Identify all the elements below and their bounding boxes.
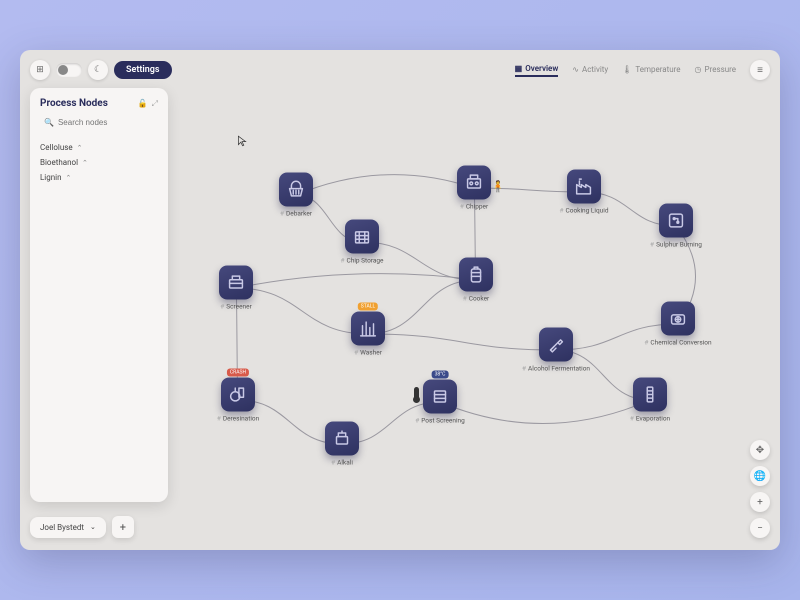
node-chipstorage[interactable]: #Chip Storage	[345, 220, 379, 265]
tab-label: Overview	[525, 64, 558, 73]
node-label: #Evaporation	[633, 415, 667, 423]
tab-temperature[interactable]: 🌡 Temperature	[622, 65, 680, 76]
node-label: #Cooker	[459, 295, 493, 303]
edge-screener-washer	[236, 288, 368, 334]
node-cookliq[interactable]: #Cooking Liquid	[567, 170, 601, 215]
node-badge: CRASH	[227, 369, 249, 377]
user-chip[interactable]: Joel Bystedt ⌄	[30, 517, 106, 538]
gauge-icon: ◷	[695, 65, 702, 74]
locate-button[interactable]: ✥	[750, 440, 770, 460]
node-label: #Chip Storage	[345, 257, 379, 265]
tank-icon[interactable]	[459, 258, 493, 292]
tab-pressure[interactable]: ◷ Pressure	[695, 65, 736, 76]
reactor-icon[interactable]	[221, 378, 255, 412]
add-user-button[interactable]: +	[112, 516, 134, 538]
chevron-up-icon: ⌃	[66, 174, 72, 182]
node-label: #Chipper	[457, 203, 491, 211]
edge-washer-alcferm	[368, 334, 556, 350]
node-badge: 38°C	[432, 371, 449, 379]
globe-button[interactable]: 🌐	[750, 466, 770, 486]
press-icon[interactable]	[325, 422, 359, 456]
node-screener[interactable]: #Screener	[219, 266, 253, 311]
thermometer-marker-icon	[414, 387, 422, 401]
node-label: #Debarker	[279, 210, 313, 218]
tab-label: Pressure	[705, 65, 736, 74]
user-area: Joel Bystedt ⌄ +	[30, 516, 134, 538]
expand-icon[interactable]: ⤢	[152, 99, 158, 109]
sidebar: Process Nodes 🔓 ⤢ 🔍 Celloluse ⌃ Bioethan…	[30, 88, 168, 502]
topbar: ⊞ ☾ Settings ▦ Overview ∿ Activity 🌡 Tem…	[30, 60, 770, 80]
node-alkali[interactable]: #Alkali	[325, 422, 359, 467]
node-label: #Washer	[351, 349, 385, 357]
canvas-tools: ✥ 🌐 + −	[750, 440, 770, 538]
tree-item-cellulose[interactable]: Celloluse ⌃	[40, 140, 158, 155]
tree-item-lignin[interactable]: Lignin ⌃	[40, 170, 158, 185]
search-input[interactable]	[58, 118, 168, 127]
bars-icon[interactable]	[351, 312, 385, 346]
unlock-icon[interactable]: 🔓	[138, 99, 148, 109]
grid-icon: ▦	[515, 64, 523, 73]
node-chemconv[interactable]: #Chemical Conversion	[661, 302, 695, 347]
tree-label: Bioethanol	[40, 158, 78, 167]
theme-toggle[interactable]	[56, 63, 82, 77]
edge-debarker-chipper	[296, 175, 474, 195]
node-label: #Sulphur Burning	[659, 241, 693, 249]
cursor-icon	[236, 135, 248, 147]
tab-overview[interactable]: ▦ Overview	[515, 64, 559, 77]
tab-label: Activity	[582, 65, 608, 74]
screen2-icon[interactable]	[423, 380, 457, 414]
zoom-in-button[interactable]: +	[750, 492, 770, 512]
basket-icon[interactable]	[279, 173, 313, 207]
node-badge: STALL	[358, 303, 378, 311]
edge-evap-postscr	[440, 400, 650, 424]
node-label: #Screener	[219, 303, 253, 311]
node-deres[interactable]: CRASH#Deresination	[221, 378, 255, 423]
tree-item-bioethanol[interactable]: Bioethanol ⌃	[40, 155, 158, 170]
chevron-up-icon: ⌃	[77, 144, 83, 152]
node-label: #Post Screening	[423, 417, 457, 425]
node-debarker[interactable]: #Debarker	[279, 173, 313, 218]
user-name: Joel Bystedt	[40, 523, 84, 532]
zoom-out-button[interactable]: −	[750, 518, 770, 538]
tools-icon[interactable]	[539, 328, 573, 362]
search-icon: 🔍	[44, 118, 54, 127]
node-label: #Deresination	[221, 415, 255, 423]
sidebar-title: Process Nodes	[40, 98, 108, 109]
thermometer-icon: 🌡	[622, 65, 632, 74]
circuit-icon[interactable]	[659, 204, 693, 238]
node-washer[interactable]: STALL#Washer	[351, 312, 385, 357]
chevron-down-icon: ⌄	[90, 523, 96, 531]
storage-icon[interactable]	[345, 220, 379, 254]
view-tabs: ▦ Overview ∿ Activity 🌡 Temperature ◷ Pr…	[515, 64, 736, 77]
tab-activity[interactable]: ∿ Activity	[572, 65, 608, 76]
search-box[interactable]: 🔍	[40, 115, 158, 130]
column-icon[interactable]	[633, 378, 667, 412]
factory-icon[interactable]	[567, 170, 601, 204]
node-chipper[interactable]: #Chipper	[457, 166, 491, 211]
node-postscr[interactable]: 38°C#Post Screening	[423, 380, 457, 425]
node-label: #Alkali	[325, 459, 359, 467]
tree-label: Lignin	[40, 173, 62, 182]
edge-cooker-screener	[236, 274, 476, 288]
node-label: #Cooking Liquid	[567, 207, 601, 215]
more-menu-button[interactable]: ≡	[750, 60, 770, 80]
node-label: #Alcohol Fermentation	[539, 365, 573, 373]
moon-icon[interactable]: ☾	[88, 60, 108, 80]
activity-icon: ∿	[572, 65, 579, 74]
mixer-icon[interactable]	[661, 302, 695, 336]
settings-button[interactable]: Settings	[114, 61, 172, 79]
app-window: ⊞ ☾ Settings ▦ Overview ∿ Activity 🌡 Tem…	[20, 50, 780, 550]
chevron-up-icon: ⌃	[82, 159, 88, 167]
node-evap[interactable]: #Evaporation	[633, 378, 667, 423]
node-cooker[interactable]: #Cooker	[459, 258, 493, 303]
screener-icon[interactable]	[219, 266, 253, 300]
person-marker-icon: 🧍	[494, 179, 502, 193]
machine-icon[interactable]	[457, 166, 491, 200]
node-label: #Chemical Conversion	[661, 339, 695, 347]
node-alcferm[interactable]: #Alcohol Fermentation	[539, 328, 573, 373]
node-sulphur[interactable]: #Sulphur Burning	[659, 204, 693, 249]
layout-toggle-button[interactable]: ⊞	[30, 60, 50, 80]
tree-label: Celloluse	[40, 143, 73, 152]
tab-label: Temperature	[635, 65, 680, 74]
